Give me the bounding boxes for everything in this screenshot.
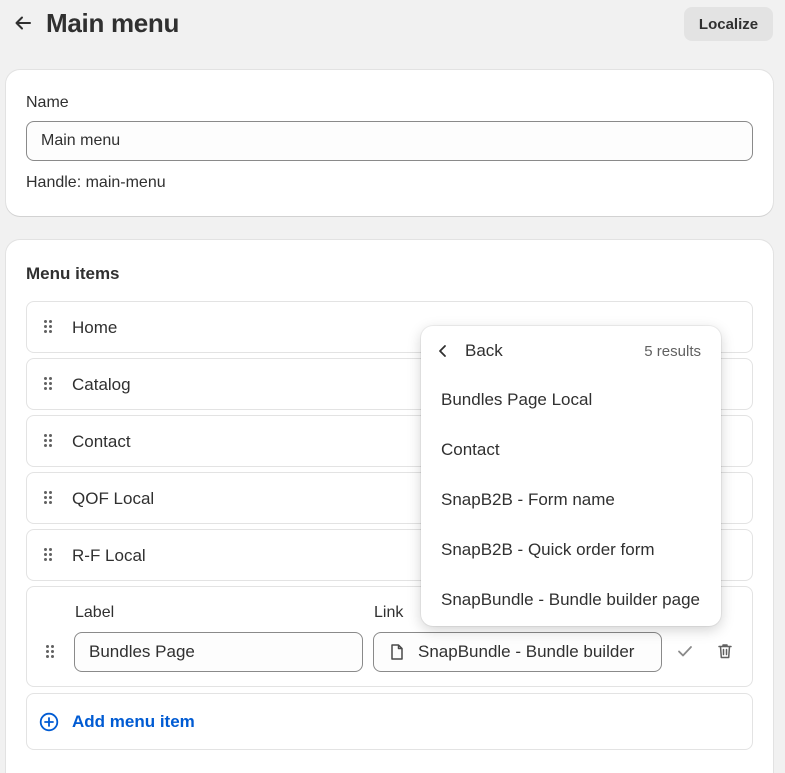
name-label: Name <box>26 94 69 111</box>
link-results-popover: Back 5 results Bundles Page Local Contac… <box>421 326 721 626</box>
menu-item-label: Home <box>72 318 118 337</box>
result-item[interactable]: Bundles Page Local <box>441 390 703 416</box>
drag-handle-icon[interactable] <box>44 434 54 448</box>
page-icon <box>388 643 406 661</box>
label-heading: Label <box>75 604 115 621</box>
popover-back-button[interactable]: Back <box>435 340 503 362</box>
result-item[interactable]: SnapBundle - Bundle builder page <box>441 590 703 616</box>
chevron-left-icon <box>435 343 451 359</box>
page-title: Main menu <box>46 8 180 38</box>
link-input-value: SnapBundle - Bundle builder <box>418 642 635 661</box>
menu-item-label: Contact <box>72 432 131 451</box>
link-heading: Link <box>374 604 404 621</box>
handle-text: Handle: main-menu <box>26 174 166 191</box>
result-item[interactable]: Contact <box>441 440 703 466</box>
results-count: 5 results <box>644 343 701 360</box>
label-input[interactable]: Bundles Page <box>74 632 363 672</box>
name-input[interactable] <box>26 121 753 161</box>
menu-item-label: R-F Local <box>72 546 146 565</box>
result-item[interactable]: SnapB2B - Form name <box>441 490 703 516</box>
drag-handle-icon[interactable] <box>44 377 54 391</box>
back-arrow-icon[interactable] <box>12 12 34 34</box>
drag-handle-icon[interactable] <box>44 320 54 334</box>
add-menu-item-label: Add menu item <box>72 712 195 731</box>
trash-icon[interactable] <box>712 638 738 664</box>
add-menu-item-button[interactable]: Add menu item <box>26 693 753 750</box>
localize-button[interactable]: Localize <box>684 7 773 41</box>
menu-item-label: Catalog <box>72 375 131 394</box>
popover-back-label: Back <box>465 341 503 360</box>
name-card: Name Handle: main-menu <box>6 70 773 216</box>
menu-items-title: Menu items <box>26 264 120 283</box>
page-header: Main menu Localize <box>0 0 785 48</box>
menu-item-label: QOF Local <box>72 489 155 508</box>
drag-handle-icon[interactable] <box>46 645 56 659</box>
result-item[interactable]: SnapB2B - Quick order form <box>441 540 703 566</box>
link-input[interactable]: SnapBundle - Bundle builder <box>373 632 662 672</box>
drag-handle-icon[interactable] <box>44 491 54 505</box>
label-input-value: Bundles Page <box>89 642 195 661</box>
drag-handle-icon[interactable] <box>44 548 54 562</box>
plus-circle-icon <box>39 712 59 737</box>
checkmark-icon[interactable] <box>672 638 698 664</box>
